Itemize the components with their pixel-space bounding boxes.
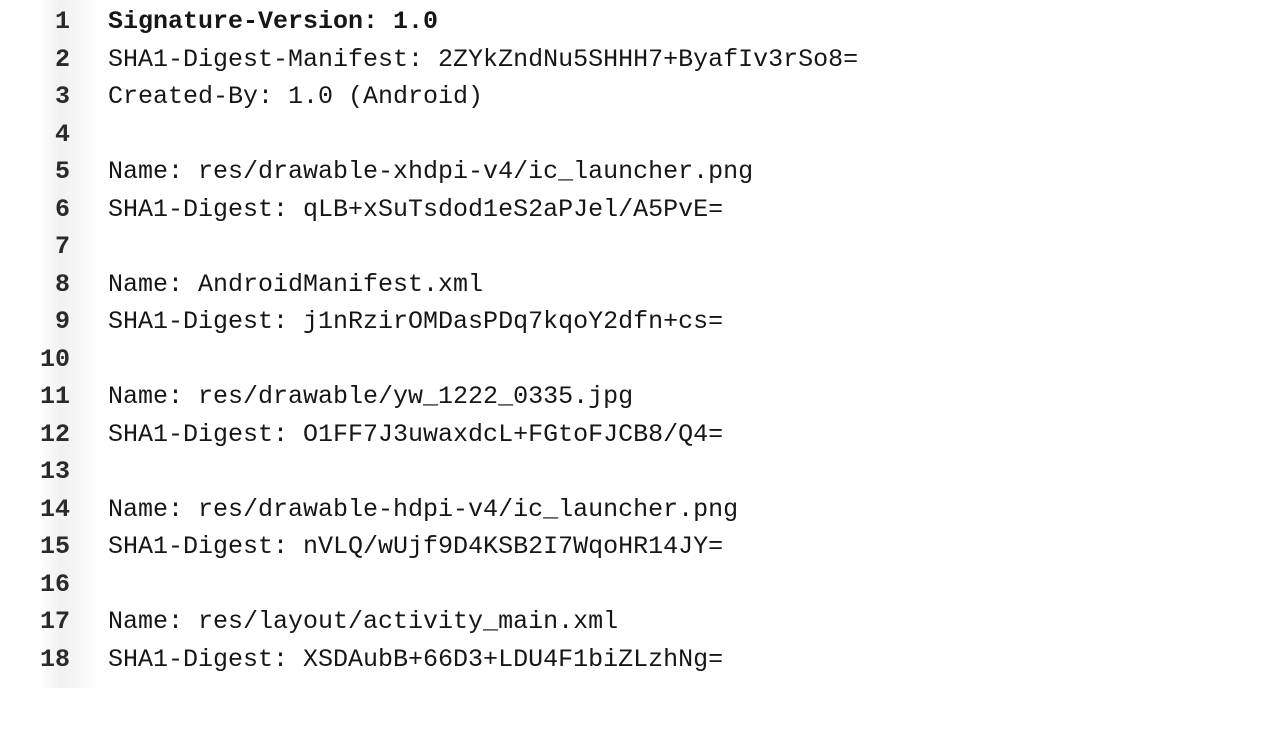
editor-line: 6 SHA1-Digest: qLB+xSuTsdod1eS2aPJel/A5P… — [0, 190, 1276, 228]
editor-line: 17 Name: res/layout/activity_main.xml — [0, 602, 1276, 640]
editor-line: 5 Name: res/drawable-xhdpi-v4/ic_launche… — [0, 152, 1276, 190]
editor-line: 8 Name: AndroidManifest.xml — [0, 265, 1276, 303]
editor-lines: 1 Signature-Version: 1.0 2 SHA1-Digest-M… — [0, 0, 1276, 677]
editor-line: 9 SHA1-Digest: j1nRzirOMDasPDq7kqoY2dfn+… — [0, 302, 1276, 340]
line-number: 15 — [39, 532, 70, 561]
line-text: Created-By: 1.0 (Android) — [108, 82, 484, 111]
line-number: 1 — [54, 7, 70, 36]
line-text: SHA1-Digest: O1FF7J3uwaxdcL+FGtoFJCB8/Q4… — [108, 419, 724, 449]
editor-line: 16 — [0, 565, 1276, 603]
line-number: 4 — [54, 119, 70, 149]
line-text: Name: res/drawable-hdpi-v4/ic_launcher.p… — [108, 494, 739, 524]
editor-line: 1 Signature-Version: 1.0 — [0, 2, 1276, 40]
line-text: SHA1-Digest-Manifest: 2ZYkZndNu5SHHH7+By… — [108, 44, 859, 74]
line-text: Name: res/drawable/yw_1222_0335.jpg — [108, 382, 634, 411]
editor-line: 14 Name: res/drawable-hdpi-v4/ic_launche… — [0, 490, 1276, 528]
line-text: Name: res/layout/activity_main.xml — [108, 607, 619, 636]
editor-line: 12 SHA1-Digest: O1FF7J3uwaxdcL+FGtoFJCB8… — [0, 415, 1276, 453]
editor-line: 3 Created-By: 1.0 (Android) — [0, 77, 1276, 115]
editor-line: 10 — [0, 340, 1276, 378]
line-number: 10 — [39, 344, 70, 374]
text-editor[interactable]: 1 Signature-Version: 1.0 2 SHA1-Digest-M… — [0, 0, 1276, 688]
editor-line: 2 SHA1-Digest-Manifest: 2ZYkZndNu5SHHH7+… — [0, 40, 1276, 78]
line-number: 8 — [54, 269, 70, 299]
line-number: 12 — [39, 419, 70, 449]
line-text: Name: res/drawable-xhdpi-v4/ic_launcher.… — [108, 157, 754, 186]
line-text: SHA1-Digest: j1nRzirOMDasPDq7kqoY2dfn+cs… — [108, 307, 724, 336]
editor-line: 7 — [0, 227, 1276, 265]
line-number: 2 — [54, 44, 70, 74]
line-number: 7 — [54, 232, 70, 261]
line-text: Name: AndroidManifest.xml — [108, 269, 484, 299]
line-number: 16 — [39, 569, 70, 599]
line-number: 14 — [39, 494, 70, 524]
line-text: SHA1-Digest: XSDAubB+66D3+LDU4F1biZLzhNg… — [108, 644, 724, 674]
line-number: 11 — [39, 382, 70, 411]
line-number: 13 — [39, 457, 70, 486]
line-text: Signature-Version: 1.0 — [108, 7, 439, 36]
line-number: 5 — [54, 157, 70, 186]
line-number: 3 — [54, 82, 70, 111]
line-number: 9 — [54, 307, 70, 336]
line-number: 18 — [39, 644, 70, 674]
editor-line: 15 SHA1-Digest: nVLQ/wUjf9D4KSB2I7WqoHR1… — [0, 527, 1276, 565]
editor-line: 18 SHA1-Digest: XSDAubB+66D3+LDU4F1biZLz… — [0, 640, 1276, 678]
editor-line: 4 — [0, 115, 1276, 153]
line-number: 6 — [54, 194, 70, 224]
line-number: 17 — [39, 607, 70, 636]
editor-line: 11 Name: res/drawable/yw_1222_0335.jpg — [0, 377, 1276, 415]
line-text: SHA1-Digest: nVLQ/wUjf9D4KSB2I7WqoHR14JY… — [108, 532, 724, 561]
editor-line: 13 — [0, 452, 1276, 490]
line-text: SHA1-Digest: qLB+xSuTsdod1eS2aPJel/A5PvE… — [108, 194, 724, 224]
